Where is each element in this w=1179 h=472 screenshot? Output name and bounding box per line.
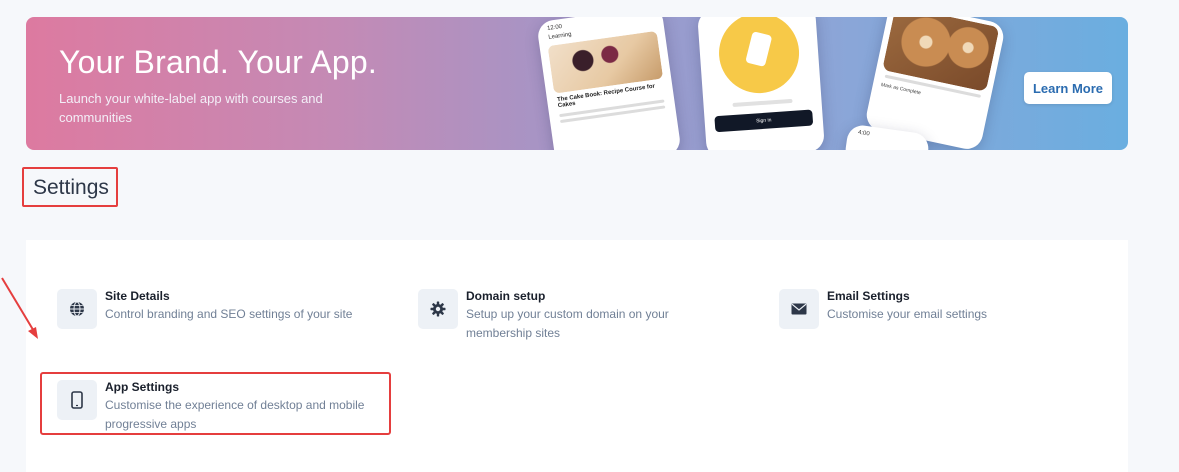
- globe-icon: [57, 289, 97, 329]
- settings-item-title: Site Details: [105, 289, 170, 303]
- gear-icon: [418, 289, 458, 329]
- envelope-icon: [779, 289, 819, 329]
- phone-signin-button: Sign in: [714, 109, 814, 133]
- highlight-box-app-settings: [40, 372, 391, 435]
- pager-dots: [732, 98, 793, 108]
- highlight-box-settings: [22, 167, 118, 207]
- settings-item-description: Control branding and SEO settings of you…: [105, 307, 353, 321]
- phone-mockup-learning: 12:00 Learning The Cake Book: Recipe Cou…: [536, 17, 682, 150]
- settings-item-title: Domain setup: [466, 289, 546, 303]
- phone-mockup-signin: Sign in: [696, 17, 826, 150]
- annotation-arrow-icon: [1, 277, 38, 339]
- promo-banner: Your Brand. Your App. Launch your white-…: [26, 17, 1128, 150]
- banner-title: Your Brand. Your App.: [59, 44, 377, 80]
- learn-more-button[interactable]: Learn More: [1024, 72, 1112, 104]
- settings-item-title: Email Settings: [827, 289, 910, 303]
- settings-item-description: Customise your email settings: [827, 307, 988, 321]
- settings-card: [26, 240, 1128, 472]
- illustration-circle: [716, 17, 802, 96]
- banner-subtitle: Launch your white-label app with courses…: [59, 91, 323, 125]
- settings-item-description: Setup up your custom domain on your memb…: [466, 307, 669, 340]
